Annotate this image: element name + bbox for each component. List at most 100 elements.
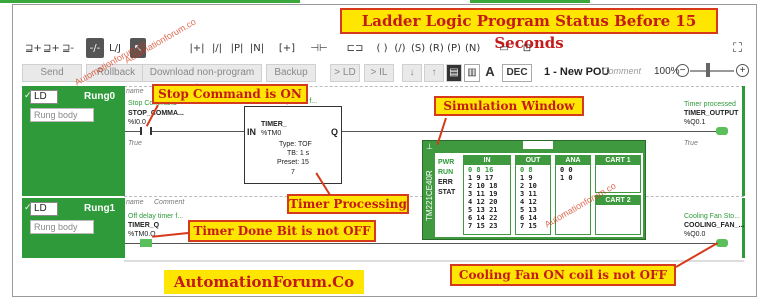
dec-button[interactable]: DEC	[502, 64, 532, 82]
rung-check-icon[interactable]: ✓	[24, 90, 32, 104]
to-ld-button[interactable]: > LD	[330, 64, 360, 82]
stat-led-label: STAT	[438, 189, 456, 196]
title-banner: Ladder Logic Program Status Before 15 Se…	[340, 8, 718, 52]
pwr-led-label: PWR	[438, 159, 455, 166]
operate-block-icon[interactable]: ⊣⊢	[304, 38, 334, 58]
sim-out-row: 5 13	[520, 206, 537, 214]
rung0-header[interactable]: ✓ LD Rung0 Rung body	[22, 86, 122, 196]
rung1-lang-select[interactable]: LD	[30, 202, 58, 216]
timer-output-coil[interactable]	[716, 127, 728, 135]
callout-sim: Simulation Window	[434, 96, 584, 116]
arrow-up-button[interactable]: ↑	[424, 64, 444, 82]
callout-timer: Timer Processing	[287, 194, 409, 214]
pin-icon[interactable]: ⊥	[426, 142, 433, 151]
download-button[interactable]: Download non-program data	[142, 64, 262, 94]
set-coil-icon[interactable]: (S)	[410, 38, 426, 58]
timer-q-comment: Off delay timer f...	[128, 213, 184, 220]
rung1-wire	[125, 243, 717, 244]
pou-name: 1 - New POU	[544, 66, 610, 78]
sim-out-row: 7 15	[520, 222, 537, 230]
contact-tool-icon[interactable]: -/-	[86, 38, 104, 58]
stop-contact-value: True	[128, 140, 142, 147]
backup-button[interactable]: Backup	[266, 64, 316, 82]
rung1-body-select[interactable]: Rung body	[30, 220, 94, 234]
function-block-icon[interactable]: ⊏⊐	[344, 38, 366, 58]
symbol-toggle-icon[interactable]: ▥	[464, 64, 480, 82]
sim-cart1-head: CART 1	[596, 156, 640, 165]
sim-ana-row: 1 0	[560, 174, 573, 182]
rung1-name-label: name	[126, 199, 144, 206]
sim-out-row: 3 11	[520, 190, 537, 198]
sim-out-row: 4 12	[520, 198, 537, 206]
sim-in-row[interactable]: 7 15 23	[468, 222, 498, 230]
callout-done: Timer Done Bit is not OFF	[188, 220, 376, 242]
rung0-body-select[interactable]: Rung body	[30, 108, 94, 122]
no-contact-icon[interactable]: |+|	[188, 38, 206, 58]
brand-banner: AutomationForum.Co	[164, 270, 364, 294]
sim-in-row[interactable]: 6 14 22	[468, 214, 498, 222]
timer-current-value: 7	[291, 169, 295, 176]
horizontal-scrollbar[interactable]	[124, 260, 744, 262]
sim-out-row: 1 9	[520, 174, 533, 182]
pou-comment: Comment	[602, 66, 642, 76]
arrow-down-button[interactable]: ↓	[402, 64, 422, 82]
callout-stop: Stop Command is ON	[152, 84, 308, 104]
expand-icon[interactable]: ⛶	[733, 40, 742, 56]
rung0-wire-right	[342, 131, 716, 132]
delete-rung-icon[interactable]: ⊒-	[60, 38, 76, 58]
sim-in-row[interactable]: 0 8 16	[468, 166, 493, 174]
to-il-button[interactable]: > IL	[364, 64, 394, 82]
font-size-icon[interactable]: A	[482, 64, 498, 82]
stop-contact[interactable]	[140, 127, 152, 135]
err-led-label: ERR	[438, 179, 453, 186]
timer-coil-symbol: TIMER_OUTPUT	[684, 110, 739, 117]
command-toolbar: Send Rollback Download non-program data …	[14, 62, 754, 94]
nc-contact-icon[interactable]: |/|	[208, 38, 226, 58]
monitor-icon[interactable]: ▭	[496, 38, 512, 58]
fan-coil-address: %Q0.0	[684, 231, 706, 238]
rung0-name-label: name	[126, 88, 144, 95]
sim-in-row[interactable]: 4 12 20	[468, 198, 498, 206]
timer-type: Type: TOF	[279, 141, 312, 148]
sim-ana-row: 0 0	[560, 166, 573, 174]
block-select-icon[interactable]: ⊡	[516, 38, 538, 58]
sim-collapse-handle[interactable]	[523, 141, 553, 149]
sim-panel: PWR RUN ERR STAT IN 0 8 16 1 9 17 2 10 1…	[435, 153, 643, 237]
right-power-rail	[742, 86, 745, 196]
rung0-lang-select[interactable]: LD	[30, 90, 58, 104]
sim-out-head: OUT	[516, 156, 550, 165]
neg-edge-coil-icon[interactable]: (N)	[464, 38, 480, 58]
timer-q-pin: Q	[330, 127, 338, 137]
rung1-comment-label: Comment	[154, 199, 185, 206]
zoom-slider[interactable]	[690, 70, 734, 72]
rung-check-icon[interactable]: ✓	[24, 202, 32, 216]
coil-icon[interactable]: ( )	[374, 38, 390, 58]
falling-contact-icon[interactable]: |N|	[248, 38, 266, 58]
zoom-out-icon[interactable]: −	[676, 64, 689, 77]
timer-preset: Preset: 15	[277, 159, 309, 166]
rising-contact-icon[interactable]: |P|	[228, 38, 246, 58]
zoom-thumb[interactable]	[706, 63, 710, 77]
comment-toggle-icon[interactable]: ▤	[446, 64, 462, 82]
sim-in-row[interactable]: 2 10 18	[468, 182, 498, 190]
insert-branch-icon[interactable]: ⊒+	[42, 38, 60, 58]
top-accent-line-right	[470, 0, 590, 3]
timer-q-contact[interactable]	[140, 239, 152, 247]
sim-in-column: IN 0 8 16 1 9 17 2 10 18 3 11 19 4 12 20…	[463, 155, 511, 235]
timer-q-symbol: TIMER_Q	[128, 222, 160, 229]
timer-block[interactable]: IN TIMER_ %TM0 Q Type: TOF TB: 1 s Prese…	[244, 106, 342, 184]
sim-in-row[interactable]: 3 11 19	[468, 190, 498, 198]
timer-coil-value: True	[684, 140, 698, 147]
reset-coil-icon[interactable]: (R)	[428, 38, 444, 58]
rung1-header[interactable]: ✓ LD Rung1 Rung body	[22, 198, 122, 258]
pos-coil-icon[interactable]: (P)	[446, 38, 462, 58]
zoom-in-icon[interactable]: +	[736, 64, 749, 77]
neg-coil-icon[interactable]: (/)	[392, 38, 408, 58]
insert-rung-icon[interactable]: ⊒+	[24, 38, 42, 58]
compare-block-icon[interactable]: [+]	[276, 38, 298, 58]
stop-contact-address: %I0.0	[128, 119, 146, 126]
sim-ana-head: ANA	[556, 156, 590, 165]
callout-fan: Cooling Fan ON coil is not OFF	[450, 264, 676, 286]
sim-in-row[interactable]: 1 9 17	[468, 174, 493, 182]
sim-in-row[interactable]: 5 13 21	[468, 206, 498, 214]
